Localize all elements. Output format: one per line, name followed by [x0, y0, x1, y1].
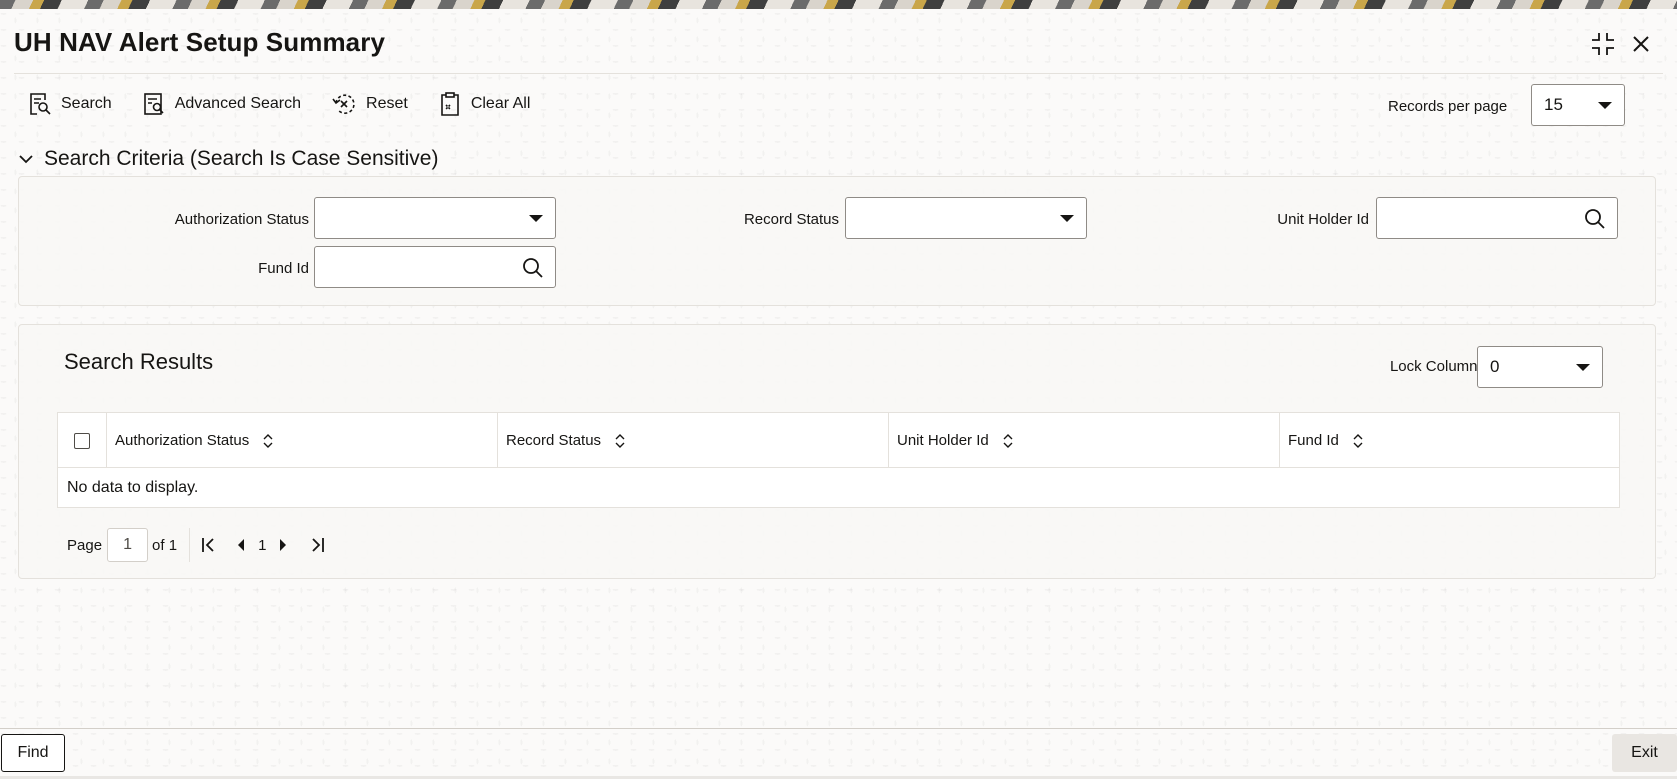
- authorization-status-select[interactable]: [314, 197, 556, 239]
- page-label: Page: [67, 536, 103, 554]
- lock-columns-select[interactable]: 0: [1477, 346, 1603, 388]
- column-fund-id[interactable]: Fund Id: [1279, 413, 1619, 468]
- records-per-page-value: 15: [1544, 95, 1563, 114]
- advanced-search-button-label: Advanced Search: [174, 95, 302, 112]
- pagination: Page 1 of 1 1: [67, 528, 326, 562]
- chevron-down-icon: [19, 155, 33, 164]
- search-criteria-header: Search Criteria (Search Is Case Sensitiv…: [44, 147, 439, 170]
- advanced-search-button[interactable]: Advanced Search: [142, 89, 301, 119]
- clipboard-icon: [441, 92, 459, 116]
- select-all-cell: [58, 413, 106, 468]
- search-icon[interactable]: [521, 256, 545, 280]
- footer-divider: [0, 728, 1677, 729]
- sort-icon[interactable]: [1003, 433, 1013, 448]
- lock-columns-label: Lock Columns: [1389, 358, 1485, 375]
- summary-window: UH NAV Alert Setup Summary Search Advanc…: [0, 9, 1677, 779]
- record-status-label: Record Status: [743, 211, 839, 228]
- page-title: UH NAV Alert Setup Summary: [14, 27, 386, 57]
- column-unit-holder-id[interactable]: Unit Holder Id: [888, 413, 1279, 468]
- table-header: Authorization Status Record Status Unit …: [58, 413, 1619, 468]
- search-button-label: Search: [61, 95, 112, 112]
- page-count-label: of 1: [152, 536, 178, 554]
- next-page-icon[interactable]: [278, 538, 288, 552]
- previous-page-icon[interactable]: [236, 538, 246, 552]
- fund-id-field[interactable]: [314, 246, 556, 288]
- authorization-status-label: Authorization Status: [174, 211, 309, 228]
- records-per-page-label: Records per page: [1388, 98, 1508, 115]
- sort-icon[interactable]: [615, 433, 625, 448]
- first-page-icon[interactable]: [200, 536, 218, 554]
- close-icon[interactable]: [1626, 29, 1656, 59]
- column-label: Unit Holder Id: [897, 432, 989, 449]
- search-criteria-toggle[interactable]: Search Criteria (Search Is Case Sensitiv…: [18, 147, 438, 171]
- column-label: Fund Id: [1288, 432, 1339, 449]
- compress-icon[interactable]: [1588, 29, 1618, 59]
- pager-divider: [189, 528, 191, 562]
- unit-holder-id-label: Unit Holder Id: [1277, 211, 1369, 228]
- decorative-header-strip: [0, 0, 1677, 9]
- chevron-down-icon: [529, 215, 543, 222]
- search-results-panel: Search Results Lock Columns 0 Authorizat…: [18, 324, 1656, 579]
- empty-message: No data to display.: [67, 479, 199, 496]
- column-label: Record Status: [506, 432, 602, 449]
- advanced-search-icon: [143, 93, 164, 115]
- title-divider: [14, 73, 1663, 74]
- records-per-page-select[interactable]: 15: [1531, 84, 1625, 126]
- sort-icon[interactable]: [263, 433, 273, 448]
- exit-button[interactable]: Exit: [1612, 734, 1677, 772]
- search-doc-icon: [30, 93, 51, 115]
- last-page-icon[interactable]: [308, 536, 326, 554]
- select-all-checkbox[interactable]: [74, 432, 90, 449]
- lock-columns-value: 0: [1490, 357, 1500, 376]
- column-record-status[interactable]: Record Status: [497, 413, 888, 468]
- clear-all-button-label: Clear All: [470, 95, 531, 112]
- page-number-input[interactable]: 1: [107, 528, 149, 562]
- column-label: Authorization Status: [115, 432, 250, 449]
- results-table: Authorization Status Record Status Unit …: [57, 412, 1620, 508]
- sort-icon[interactable]: [1353, 433, 1363, 448]
- reset-button-label: Reset: [366, 95, 408, 112]
- toolbar: Search Advanced Search Reset Clear All: [28, 89, 560, 119]
- reset-button[interactable]: Reset: [331, 89, 408, 119]
- search-results-title: Search Results: [64, 349, 214, 374]
- column-authorization-status[interactable]: Authorization Status: [106, 413, 497, 468]
- record-status-select[interactable]: [845, 197, 1087, 239]
- current-page-number: 1: [258, 536, 267, 554]
- search-criteria-panel: Authorization Status Record Status Unit …: [18, 176, 1656, 306]
- find-button[interactable]: Find: [1, 734, 65, 772]
- chevron-down-icon: [1598, 102, 1612, 109]
- reset-icon: [332, 94, 355, 114]
- chevron-down-icon: [1576, 364, 1590, 371]
- search-icon[interactable]: [1583, 207, 1607, 231]
- clear-all-button[interactable]: Clear All: [438, 89, 531, 119]
- unit-holder-id-field[interactable]: [1376, 197, 1618, 239]
- search-button[interactable]: Search: [28, 89, 112, 119]
- chevron-down-icon: [1060, 215, 1074, 222]
- fund-id-label: Fund Id: [258, 260, 309, 277]
